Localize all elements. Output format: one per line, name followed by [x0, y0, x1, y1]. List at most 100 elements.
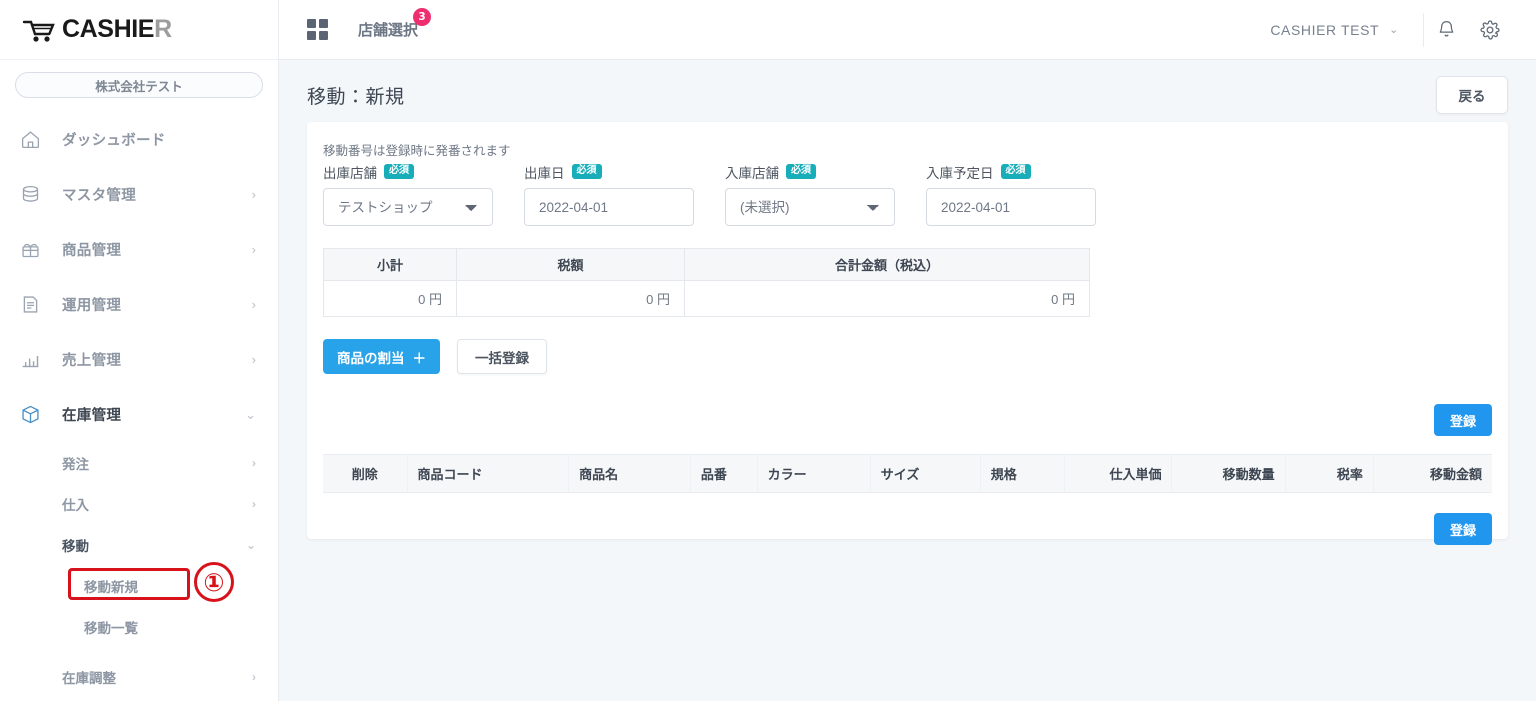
sidebar-item-products[interactable]: 商品管理 ›	[0, 222, 278, 277]
field-arrival-date: 入庫予定日 必須	[926, 162, 1096, 226]
sidebar-subitem-purchase[interactable]: 仕入 ›	[0, 483, 278, 524]
items-header-product-code: 商品コード	[407, 454, 570, 493]
back-button[interactable]: 戻る	[1436, 76, 1508, 114]
field-label: 出庫日 必須	[524, 162, 694, 181]
sidebar-subitem-label: 移動	[62, 538, 89, 554]
sidebar-subitem-label: 仕入	[62, 497, 89, 513]
register-row-bottom: 登録	[323, 513, 1492, 545]
sidebar-item-dashboard[interactable]: ダッシュボード	[0, 112, 278, 167]
database-icon	[20, 184, 48, 205]
top-bar: 店舗選択 3 CASHIER TEST ⌄	[279, 0, 1536, 60]
store-selector[interactable]: 店舗選択 3	[358, 8, 432, 40]
register-button-bottom[interactable]: 登録	[1434, 513, 1492, 545]
sidebar-subitem-label: 在庫調整	[62, 670, 116, 686]
transfer-form-card: 移動番号は登録時に発番されます 出庫店舗 必須 テストショップ 出庫日 必須 2…	[307, 122, 1508, 545]
summary-value-row: 0 円 0 円 0 円	[323, 280, 1090, 317]
chevron-down-icon: ⌄	[1389, 24, 1399, 36]
sidebar-item-inventory[interactable]: 在庫管理 ⌄	[0, 387, 278, 442]
chevron-down-icon: ⌄	[245, 406, 256, 422]
sidebar-item-label: 在庫管理	[62, 408, 122, 424]
box-icon	[20, 404, 48, 425]
field-label-text: 入庫予定日	[926, 165, 994, 181]
field-label: 出庫店舗 必須	[323, 162, 493, 181]
items-header-row: 削除 商品コード 商品名 品番 カラー サイズ 規格 仕入単価 移動数量 税率 …	[323, 454, 1492, 493]
assign-product-label: 商品の割当	[337, 350, 405, 366]
sidebar-item-sales[interactable]: 売上管理 ›	[0, 332, 278, 387]
field-shipping-date: 出庫日 必須	[524, 162, 694, 226]
gear-icon	[1480, 19, 1500, 40]
sidebar-nav: ダッシュボード マスタ管理 › 商品管理 › 運用管理 › 売上管理 › 在庫管…	[0, 106, 278, 697]
sidebar-item-label: 商品管理	[62, 243, 122, 259]
company-label: 株式会社テスト	[95, 79, 183, 94]
brand-name: CASHIER	[62, 15, 172, 43]
summary-header-row: 小計 税額 合計金額（税込）	[323, 248, 1090, 281]
user-menu[interactable]: CASHIER TEST ⌄	[1270, 12, 1424, 47]
form-fields-row: 出庫店舗 必須 テストショップ 出庫日 必須 2022-04-01 入庫店舗 必…	[323, 162, 1492, 226]
register-row-top: 登録	[323, 404, 1492, 436]
main-area: 店舗選択 3 CASHIER TEST ⌄ 移動：新規 戻る 移動番号は登録時に…	[279, 0, 1536, 701]
chevron-right-icon: ›	[251, 242, 256, 257]
sidebar-subitem-label: 移動一覧	[84, 620, 138, 636]
summary-total-value: 0 円	[684, 280, 1090, 317]
company-name-pill: 株式会社テスト	[15, 72, 263, 98]
required-badge: 必須	[571, 164, 602, 179]
items-header-color: カラー	[757, 454, 871, 493]
sidebar: CASHIER 株式会社テスト ダッシュボード マスタ管理 › 商品管理 › 運…	[0, 0, 279, 701]
sidebar-item-label: マスタ管理	[62, 188, 136, 204]
chevron-right-icon: ›	[252, 455, 256, 470]
sidebar-item-master[interactable]: マスタ管理 ›	[0, 167, 278, 222]
sidebar-subitem-move[interactable]: 移動 ⌄	[0, 524, 278, 565]
field-label-text: 出庫日	[524, 165, 565, 181]
source-store-select[interactable]: テストショップ	[323, 188, 493, 226]
form-hint-text: 移動番号は登録時に発番されます	[323, 144, 511, 158]
shopping-cart-icon	[22, 20, 55, 42]
items-header-unit-price: 仕入単価	[1064, 454, 1173, 493]
plus-icon: ＋	[412, 350, 427, 366]
gift-icon	[20, 239, 48, 260]
sidebar-item-move-list[interactable]: 移動一覧	[0, 606, 278, 647]
page-header: 移動：新規 戻る	[307, 60, 1508, 122]
register-button-top[interactable]: 登録	[1434, 404, 1492, 436]
field-label: 入庫予定日 必須	[926, 162, 1096, 181]
field-source-store: 出庫店舗 必須 テストショップ	[323, 162, 493, 226]
bar-chart-icon	[20, 349, 48, 370]
summary-tax-value: 0 円	[456, 280, 685, 317]
store-selector-label: 店舗選択	[358, 22, 419, 39]
page-title: 移動：新規	[307, 86, 405, 108]
shipping-date-input[interactable]	[524, 188, 694, 226]
sidebar-subitem-order[interactable]: 発注 ›	[0, 442, 278, 483]
required-badge: 必須	[1000, 164, 1031, 179]
summary-subtotal-value: 0 円	[323, 280, 457, 317]
items-header-delete: 削除	[323, 454, 408, 493]
field-label-text: 出庫店舗	[323, 165, 377, 181]
assign-product-button[interactable]: 商品の割当 ＋	[323, 339, 440, 374]
dest-store-select[interactable]: (未選択)	[725, 188, 895, 226]
bell-icon	[1439, 21, 1453, 37]
items-header-size: サイズ	[870, 454, 981, 493]
sidebar-item-move-new[interactable]: 移動新規	[0, 565, 278, 606]
summary-header-cell: 小計	[323, 248, 457, 281]
items-header-amount: 移動金額	[1373, 454, 1492, 493]
items-header-spec: 規格	[980, 454, 1065, 493]
grid-icon[interactable]	[307, 19, 328, 40]
field-label: 入庫店舗 必須	[725, 162, 895, 181]
chevron-right-icon: ›	[252, 669, 256, 684]
page-content: 移動：新規 戻る 移動番号は登録時に発番されます 出庫店舗 必須 テストショップ	[279, 60, 1536, 701]
sidebar-item-operations[interactable]: 運用管理 ›	[0, 277, 278, 332]
notifications-button[interactable]	[1424, 8, 1468, 52]
top-bar-right: CASHIER TEST ⌄	[1270, 8, 1512, 52]
home-icon	[20, 129, 48, 150]
store-count-badge: 3	[413, 8, 432, 26]
sidebar-item-label: 売上管理	[62, 353, 122, 369]
items-table: 削除 商品コード 商品名 品番 カラー サイズ 規格 仕入単価 移動数量 税率 …	[323, 454, 1492, 493]
summary-table: 小計 税額 合計金額（税込） 0 円 0 円 0 円	[323, 248, 1090, 317]
user-name-label: CASHIER TEST	[1270, 21, 1380, 38]
brand-logo[interactable]: CASHIER	[0, 0, 278, 60]
bulk-register-button[interactable]: 一括登録	[457, 339, 547, 374]
sidebar-subitem-stock-adjust[interactable]: 在庫調整 ›	[0, 656, 278, 697]
arrival-date-input[interactable]	[926, 188, 1096, 226]
required-badge: 必須	[384, 164, 414, 179]
settings-button[interactable]	[1468, 8, 1512, 52]
items-header-product-name: 商品名	[568, 454, 691, 493]
sidebar-subitem-label: 移動新規	[84, 579, 138, 595]
